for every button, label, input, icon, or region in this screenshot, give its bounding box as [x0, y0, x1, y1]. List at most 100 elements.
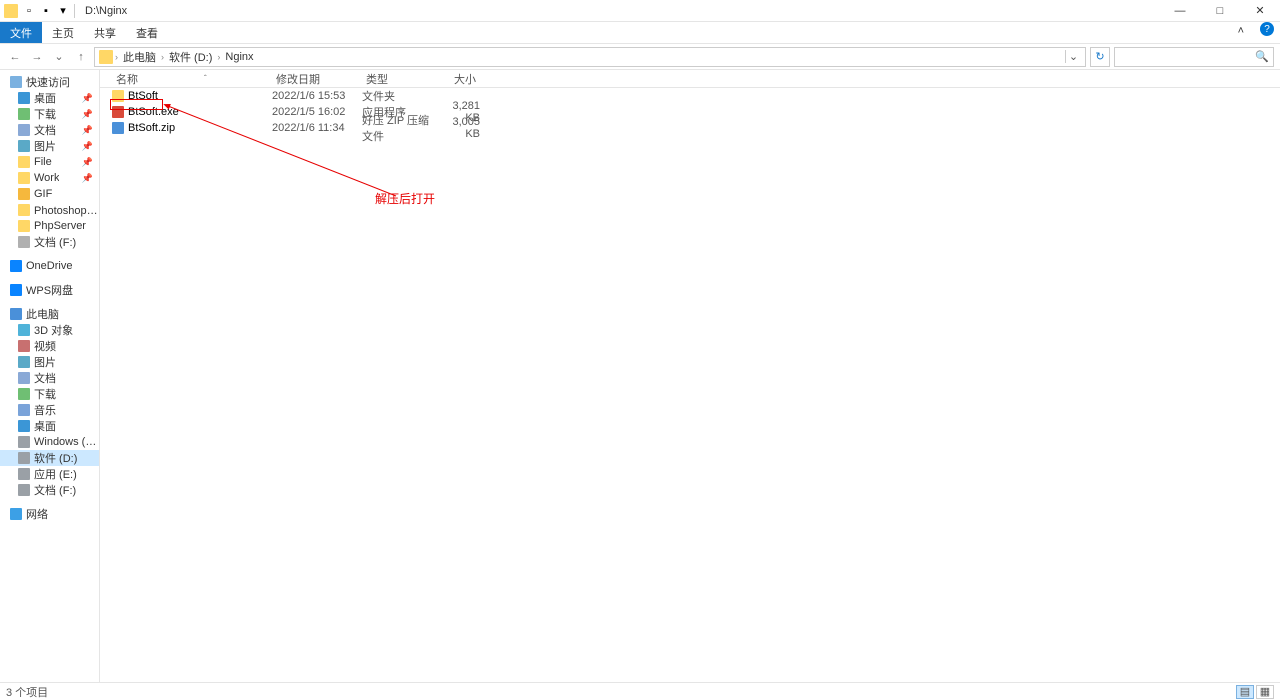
qat-dropdown-icon[interactable]: ▾	[56, 4, 70, 18]
sidebar-item[interactable]: PhpServer	[0, 218, 99, 234]
window-title: D:\Nginx	[85, 5, 127, 17]
folder-icon	[112, 90, 124, 102]
sidebar-item[interactable]: 下载📌	[0, 106, 99, 122]
sidebar-item[interactable]: Work📌	[0, 170, 99, 186]
sidebar-item[interactable]: 图片 📌	[0, 138, 99, 154]
breadcrumb-segment[interactable]: 此电脑	[120, 49, 159, 65]
file-row[interactable]: BtSoft 2022/1/6 15:53 文件夹	[100, 88, 1280, 104]
column-date[interactable]: 修改日期	[272, 71, 362, 87]
sidebar-item-label: 图片	[34, 138, 56, 154]
tab-file[interactable]: 文件	[0, 22, 42, 43]
sidebar-item[interactable]: 下载	[0, 386, 99, 402]
sidebar-item[interactable]: 图片	[0, 354, 99, 370]
sidebar-group[interactable]: 快速访问	[0, 74, 99, 90]
sidebar-item[interactable]: 文档 (F:)	[0, 482, 99, 498]
sidebar-item[interactable]: 软件 (D:)	[0, 450, 99, 466]
divider	[74, 4, 75, 18]
sidebar-item-label: 视频	[34, 338, 56, 354]
sidebar-group[interactable]: WPS网盘	[0, 282, 99, 298]
tab-home[interactable]: 主页	[42, 22, 84, 43]
pin-icon: 📌	[82, 141, 93, 152]
recent-locations-button[interactable]: ⌄	[50, 48, 68, 66]
breadcrumb[interactable]: › 此电脑 › 软件 (D:) › Nginx ⌄	[94, 47, 1086, 67]
chevron-right-icon[interactable]: ›	[161, 52, 164, 62]
folder-icon	[18, 172, 30, 184]
sidebar-item-label: 音乐	[34, 402, 56, 418]
drive-icon	[18, 484, 30, 496]
content-area: 快速访问桌面📌下载📌文档📌图片📌File📌Work📌GIFPhotoshop素材…	[0, 70, 1280, 682]
file-name: BtSoft	[128, 90, 158, 102]
file-row[interactable]: BtSoft.exe 2022/1/5 16:02 应用程序 3,281 KB	[100, 104, 1280, 120]
cloud-icon	[10, 260, 22, 272]
breadcrumb-segment[interactable]: 软件 (D:)	[166, 49, 215, 65]
sidebar-item[interactable]: 文档📌	[0, 122, 99, 138]
sidebar-group-label: WPS网盘	[26, 282, 73, 298]
sidebar-item-label: 下载	[34, 106, 56, 122]
breadcrumb-segment[interactable]: Nginx	[222, 51, 256, 63]
sidebar-item[interactable]: 3D 对象	[0, 322, 99, 338]
sidebar-item[interactable]: 桌面📌	[0, 90, 99, 106]
folder-icon	[18, 156, 30, 168]
sidebar-item[interactable]: Windows (C:)	[0, 434, 99, 450]
qat-properties-icon[interactable]: ▫	[22, 4, 36, 18]
sidebar-item-label: 应用 (E:)	[34, 466, 77, 482]
sidebar-item-label: File	[34, 156, 52, 168]
sidebar-item-label: Photoshop素材	[34, 202, 99, 218]
sidebar-item[interactable]: GIF	[0, 186, 99, 202]
sidebar-group[interactable]: OneDrive	[0, 258, 99, 274]
minimize-button[interactable]: —	[1160, 0, 1200, 22]
sidebar-item[interactable]: 文档	[0, 370, 99, 386]
back-button[interactable]: ←	[6, 48, 24, 66]
pin-icon: 📌	[82, 157, 93, 168]
column-headers: 名称ˆ 修改日期 类型 大小	[100, 70, 1280, 88]
sidebar-group[interactable]: 此电脑	[0, 306, 99, 322]
file-date-cell: 2022/1/5 16:02	[272, 106, 362, 118]
details-view-button[interactable]: ▤	[1236, 685, 1254, 699]
sidebar-item[interactable]: 应用 (E:)	[0, 466, 99, 482]
pc-icon	[10, 308, 22, 320]
sidebar-item[interactable]: Photoshop素材	[0, 202, 99, 218]
sidebar-item[interactable]: 音乐	[0, 402, 99, 418]
sidebar-item-label: 文档	[34, 122, 56, 138]
status-bar: 3 个项目 ▤ ▦	[0, 682, 1280, 700]
ribbon-tabs: 文件 主页 共享 查看 ˄ ?	[0, 22, 1280, 44]
maximize-button[interactable]: □	[1200, 0, 1240, 22]
tab-share[interactable]: 共享	[84, 22, 126, 43]
column-size[interactable]: 大小	[436, 71, 480, 87]
tab-view[interactable]: 查看	[126, 22, 168, 43]
forward-button[interactable]: →	[28, 48, 46, 66]
sidebar-item[interactable]: File 📌	[0, 154, 99, 170]
up-button[interactable]: ↑	[72, 48, 90, 66]
chevron-right-icon[interactable]: ›	[217, 52, 220, 62]
ribbon-collapse-icon[interactable]: ˄	[1228, 22, 1254, 43]
icons-view-button[interactable]: ▦	[1256, 685, 1274, 699]
file-name-cell: BtSoft.exe	[112, 106, 272, 118]
annotation-text: 解压后打开	[375, 190, 435, 207]
breadcrumb-dropdown-icon[interactable]: ⌄	[1065, 50, 1081, 63]
sidebar-item-label: PhpServer	[34, 220, 86, 232]
zip-icon	[112, 122, 124, 134]
app-icon	[4, 4, 18, 18]
qat-newfolder-icon[interactable]: ▪	[39, 4, 53, 18]
chevron-right-icon[interactable]: ›	[115, 52, 118, 62]
file-type-cell: 好压 ZIP 压缩文件	[362, 112, 436, 144]
column-name[interactable]: 名称ˆ	[112, 71, 272, 87]
file-row[interactable]: BtSoft.zip 2022/1/6 11:34 好压 ZIP 压缩文件 3,…	[100, 120, 1280, 136]
search-icon: 🔍	[1255, 50, 1269, 63]
sidebar-group[interactable]: 网络	[0, 506, 99, 522]
sidebar-item[interactable]: 文档 (F:)	[0, 234, 99, 250]
download-icon	[18, 388, 30, 400]
close-button[interactable]: ✕	[1240, 0, 1280, 22]
obj-icon	[18, 324, 30, 336]
file-list: 名称ˆ 修改日期 类型 大小 BtSoft 2022/1/6 15:53 文件夹…	[100, 70, 1280, 682]
sidebar-item[interactable]: 视频	[0, 338, 99, 354]
sidebar-item[interactable]: 桌面	[0, 418, 99, 434]
item-count: 3 个项目	[6, 684, 48, 700]
search-input[interactable]: 🔍	[1114, 47, 1274, 67]
sidebar-item-label: 文档 (F:)	[34, 234, 76, 250]
help-icon[interactable]: ?	[1260, 22, 1274, 36]
folder-icon	[18, 220, 30, 232]
column-type[interactable]: 类型	[362, 71, 436, 87]
file-size-cell: 3,005 KB	[436, 116, 480, 140]
refresh-button[interactable]: ↻	[1090, 47, 1110, 67]
